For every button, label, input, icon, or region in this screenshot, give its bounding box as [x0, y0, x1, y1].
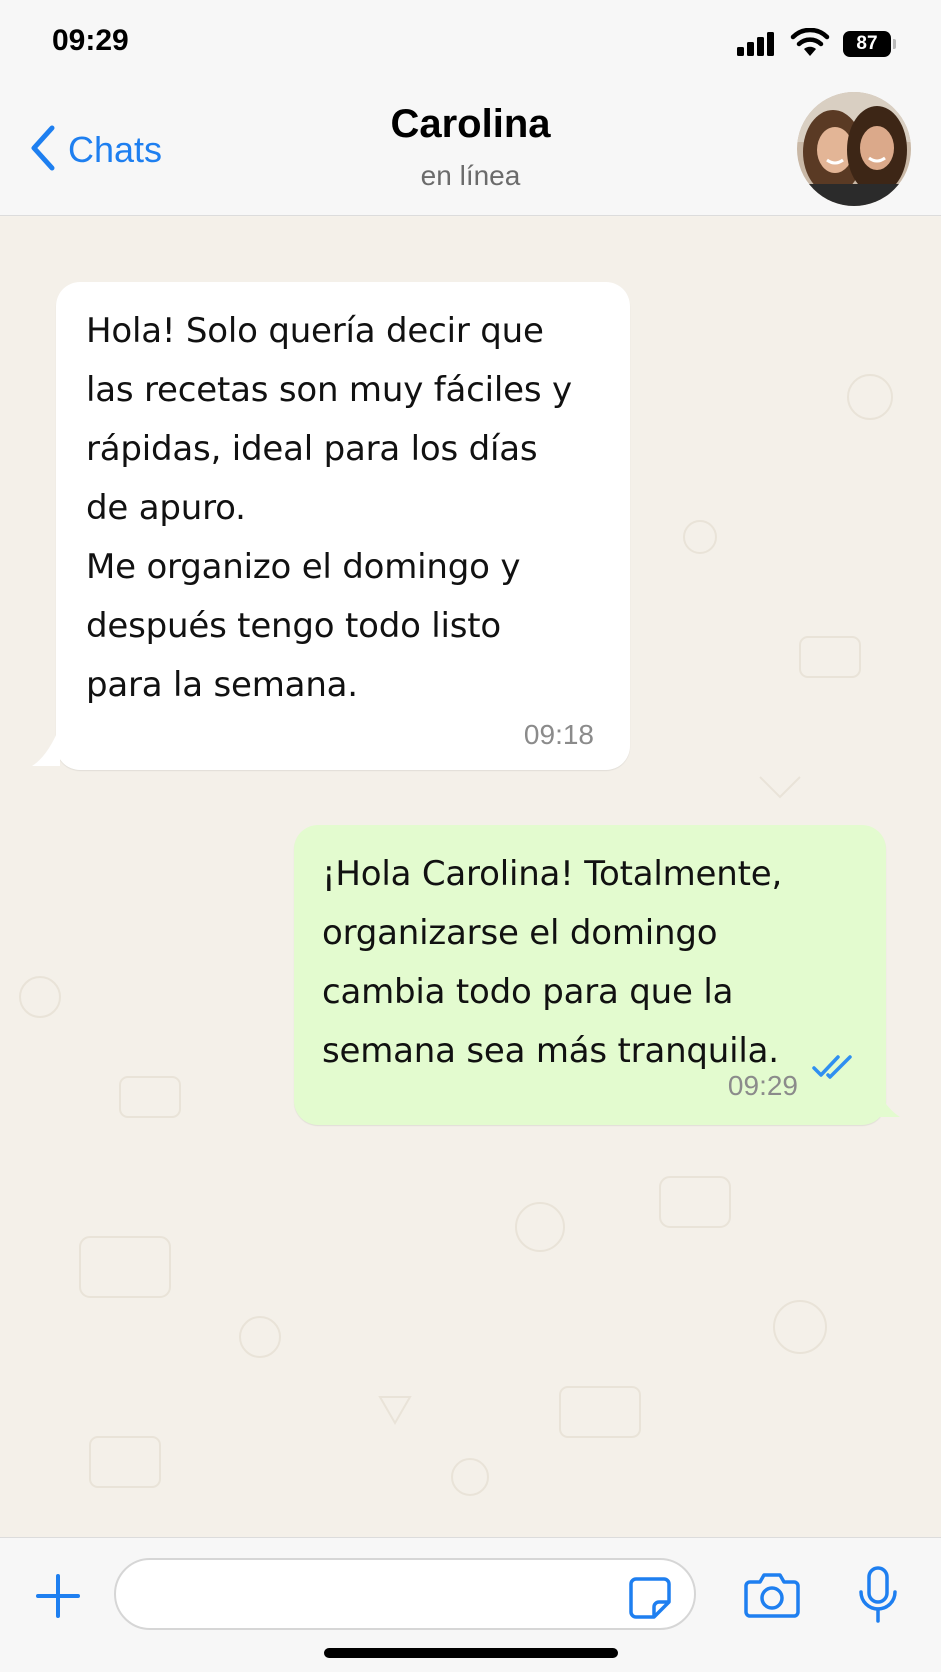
incoming-bubble-tail — [32, 726, 60, 766]
double-check-read-icon — [812, 1040, 858, 1099]
chat-area[interactable]: Hola! Solo quería decir que las recetas … — [0, 217, 941, 1537]
battery-icon: 87 — [843, 31, 896, 57]
outgoing-bubble-tail — [870, 1077, 900, 1117]
outgoing-message-bubble[interactable]: ¡Hola Carolina! Totalmente, organizarse … — [294, 825, 886, 1125]
incoming-message-bubble[interactable]: Hola! Solo quería decir que las recetas … — [56, 282, 630, 770]
camera-icon[interactable] — [744, 1570, 800, 1622]
status-bar: 09:29 87 — [0, 0, 941, 88]
sticker-icon[interactable] — [628, 1576, 672, 1624]
status-time: 09:29 — [52, 24, 129, 57]
microphone-icon[interactable] — [858, 1566, 898, 1628]
home-indicator — [324, 1648, 618, 1658]
message-text: Hola! Solo quería decir que las recetas … — [86, 311, 572, 705]
wifi-icon — [790, 27, 830, 62]
battery-level: 87 — [843, 31, 891, 57]
message-text: ¡Hola Carolina! Totalmente, organizarse … — [322, 854, 783, 1071]
plus-icon[interactable] — [34, 1572, 82, 1624]
chat-header: Chats Carolina en línea — [0, 88, 941, 216]
message-time: 09:18 — [523, 719, 594, 750]
avatar[interactable] — [797, 92, 911, 206]
message-time: 09:29 — [727, 1070, 798, 1101]
cellular-signal-icon — [737, 32, 779, 60]
message-input[interactable] — [114, 1558, 696, 1630]
